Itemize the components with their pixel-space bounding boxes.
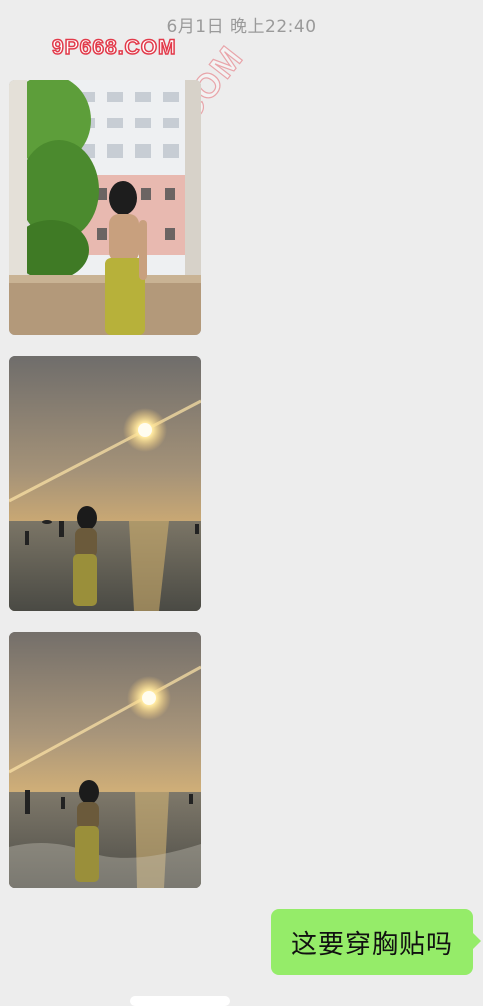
chat-bubble-self[interactable]: 这要穿胸贴吗 bbox=[270, 909, 473, 975]
image-message-beach-sunset-2[interactable] bbox=[9, 632, 201, 888]
image-message-balcony[interactable] bbox=[9, 80, 201, 335]
next-bubble-stub bbox=[130, 996, 230, 1006]
message-timestamp: 6月1日 晚上22:40 bbox=[166, 17, 317, 37]
site-watermark: 9P668.COM bbox=[51, 35, 177, 60]
bubble-tail bbox=[472, 932, 481, 950]
beach-sunset-photo-image bbox=[9, 356, 201, 611]
message-text: 这要穿胸贴吗 bbox=[290, 929, 453, 960]
balcony-photo-image bbox=[9, 80, 201, 335]
image-message-beach-sunset-1[interactable] bbox=[9, 356, 201, 611]
beach-sunset-photo-image bbox=[9, 632, 201, 888]
